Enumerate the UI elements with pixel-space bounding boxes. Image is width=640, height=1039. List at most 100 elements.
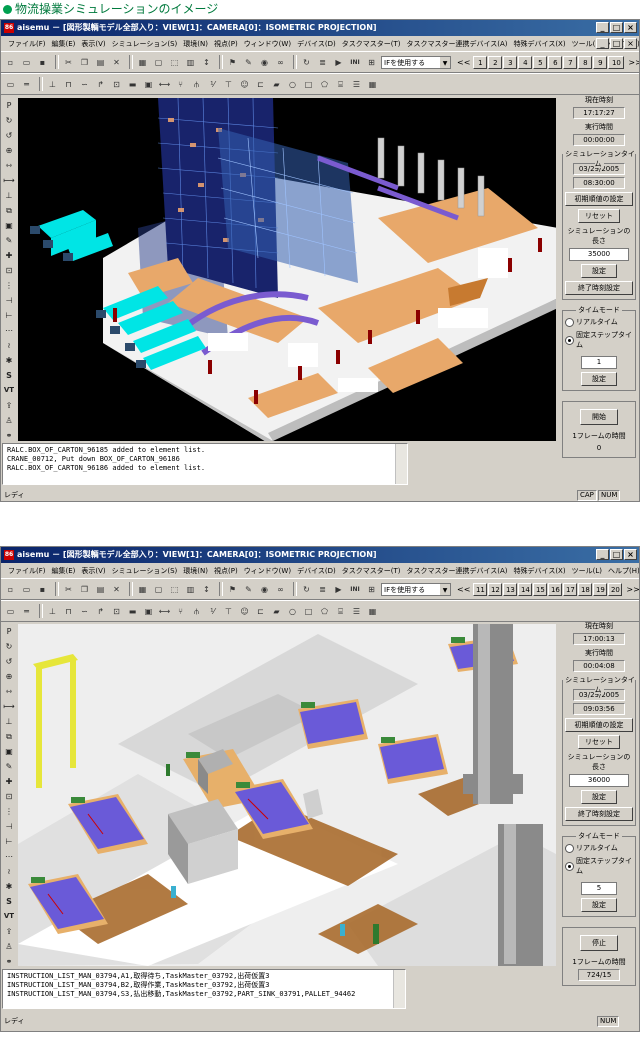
view-button[interactable]: 4 [518, 55, 533, 69]
lift-icon[interactable]: ⊏ [254, 605, 267, 618]
sim-length-input[interactable]: 35000 [569, 248, 629, 261]
cut-icon[interactable]: ✂ [62, 56, 75, 69]
add-icon[interactable]: ✚ [6, 774, 13, 789]
save-icon[interactable]: ▪ [36, 583, 49, 596]
view-button[interactable]: 9 [593, 55, 608, 69]
pencil-icon[interactable]: ✎ [242, 583, 255, 596]
select-icon[interactable]: ⬚ [168, 56, 181, 69]
realtime-radio[interactable]: リアルタイム [565, 317, 633, 327]
view-button[interactable]: 15 [533, 582, 548, 596]
grid-icon[interactable]: ▦ [136, 583, 149, 596]
minimize-button[interactable]: _ [596, 549, 609, 560]
if-combo[interactable]: IFを使用する [381, 55, 451, 69]
menu-simulation[interactable]: シミュレーション(S) [109, 566, 181, 576]
list-icon[interactable]: ☰ [350, 605, 363, 618]
view-button[interactable]: 19 [593, 582, 608, 596]
menu-help[interactable]: ヘルプ(H) [605, 566, 639, 576]
truck-icon[interactable]: ▰ [270, 605, 283, 618]
step-input[interactable]: 5 [581, 882, 617, 895]
extend-icon[interactable]: ⟼ [3, 173, 14, 188]
log-scrollbar[interactable] [393, 970, 405, 1008]
fit-icon[interactable]: ⊡ [6, 263, 13, 278]
frame-icon[interactable]: ▢ [152, 56, 165, 69]
frame-icon[interactable]: ▢ [152, 583, 165, 596]
crosshair-icon[interactable]: ⊞ [365, 583, 378, 596]
view-button[interactable]: 5 [533, 55, 548, 69]
edit-icon[interactable]: ✎ [6, 233, 13, 248]
lift-icon[interactable]: ⊏ [254, 78, 267, 91]
layers-icon[interactable]: ≣ [316, 583, 329, 596]
set-step-button[interactable]: 設定 [581, 372, 617, 386]
mdi-maximize-button[interactable]: □ [610, 38, 623, 49]
stack-icon[interactable]: ⊓ [62, 78, 75, 91]
arrow-icon[interactable]: ⟷ [158, 605, 171, 618]
run-button[interactable]: 開始 [580, 409, 618, 425]
ini-icon[interactable]: INI [348, 56, 362, 69]
radio-checked-icon[interactable] [565, 861, 574, 871]
list-icon[interactable]: ☰ [350, 78, 363, 91]
arrow-icon[interactable]: ⟷ [158, 78, 171, 91]
conveyor-icon[interactable]: ∽ [78, 78, 91, 91]
menu-device[interactable]: デバイス(D) [294, 566, 339, 576]
open-folder-icon[interactable]: ▭ [20, 56, 33, 69]
extend-icon[interactable]: ⟼ [3, 699, 14, 714]
fit-icon[interactable]: ⊡ [6, 789, 13, 804]
line-style-icon[interactable]: ═ [20, 605, 33, 618]
rotate-icon[interactable]: ↻ [300, 583, 313, 596]
shape-dropdown-icon[interactable]: ▭ [4, 605, 17, 618]
hook-icon[interactable]: ↱ [94, 605, 107, 618]
new-file-icon[interactable]: ▫ [4, 583, 17, 596]
merge-icon[interactable]: ⅟ [206, 605, 219, 618]
flag-icon[interactable]: ⚑ [226, 583, 239, 596]
move-vertical-icon[interactable]: ↕ [200, 56, 213, 69]
merge-icon[interactable]: ⅟ [206, 78, 219, 91]
fixed-step-radio[interactable]: 固定ステップタイム [565, 856, 633, 876]
align-icon[interactable]: ⊥ [6, 188, 13, 203]
set-step-button[interactable]: 設定 [581, 898, 617, 912]
rotate-ccw-icon[interactable]: ↺ [6, 654, 13, 669]
view-button[interactable]: 2 [488, 55, 503, 69]
view-button[interactable]: 1 [473, 55, 488, 69]
if-combo[interactable]: IFを使用する [381, 582, 451, 596]
orbit-icon[interactable]: ↻ [6, 639, 13, 654]
view-button[interactable]: 6 [548, 55, 563, 69]
pallet-icon[interactable]: ▬ [126, 78, 139, 91]
view-button[interactable]: 20 [608, 582, 623, 596]
crane-icon[interactable]: ⊤ [222, 605, 235, 618]
view-button[interactable]: 10 [608, 55, 625, 69]
branch-icon[interactable]: ⑂ [174, 78, 187, 91]
reset-button[interactable]: リセット [578, 209, 620, 223]
next-view-button[interactable]: >> [628, 58, 639, 67]
hook-icon[interactable]: ↱ [94, 78, 107, 91]
menu-edit[interactable]: 編集(E) [49, 566, 79, 576]
shape-dropdown-icon[interactable]: ▭ [4, 78, 17, 91]
slider-icon[interactable]: ⊣ [6, 293, 13, 308]
person-icon[interactable]: ♙ [5, 413, 12, 428]
grid-icon[interactable]: ▦ [136, 56, 149, 69]
log-scrollbar[interactable] [395, 444, 407, 484]
prev-view-button[interactable]: << [457, 585, 470, 594]
camera-icon[interactable]: ◉ [258, 56, 271, 69]
s-icon[interactable]: S [6, 368, 12, 383]
pentagon-icon[interactable]: ⬠ [318, 605, 331, 618]
set-length-button[interactable]: 設定 [581, 264, 617, 278]
pencil-icon[interactable]: ✎ [242, 56, 255, 69]
delete-icon[interactable]: ✕ [110, 56, 123, 69]
radio-icon[interactable] [565, 843, 574, 853]
line-style-icon[interactable]: ═ [20, 78, 33, 91]
realtime-radio[interactable]: リアルタイム [565, 843, 633, 853]
new-file-icon[interactable]: ▫ [4, 56, 17, 69]
log-panel-1[interactable]: RALC.BOX_OF_CARTON_96185 added to elemen… [2, 443, 408, 485]
frame-icon[interactable]: ▣ [5, 744, 13, 759]
star-icon[interactable]: ✱ [6, 879, 13, 894]
conveyor-icon[interactable]: ∽ [78, 605, 91, 618]
next-view-button[interactable]: >> [626, 585, 639, 594]
rotate-icon[interactable]: ↻ [300, 56, 313, 69]
box-icon[interactable]: ▣ [142, 78, 155, 91]
set-length-button[interactable]: 設定 [581, 790, 617, 804]
measure-icon[interactable]: ⋮ [5, 278, 13, 293]
menu-view[interactable]: 表示(V) [78, 39, 108, 49]
edit-icon[interactable]: ✎ [6, 759, 13, 774]
log-panel-2[interactable]: INSTRUCTION_LIST_MAN_03794,A1,取得待ち,TaskM… [2, 969, 406, 1009]
truck-icon[interactable]: ▰ [270, 78, 283, 91]
